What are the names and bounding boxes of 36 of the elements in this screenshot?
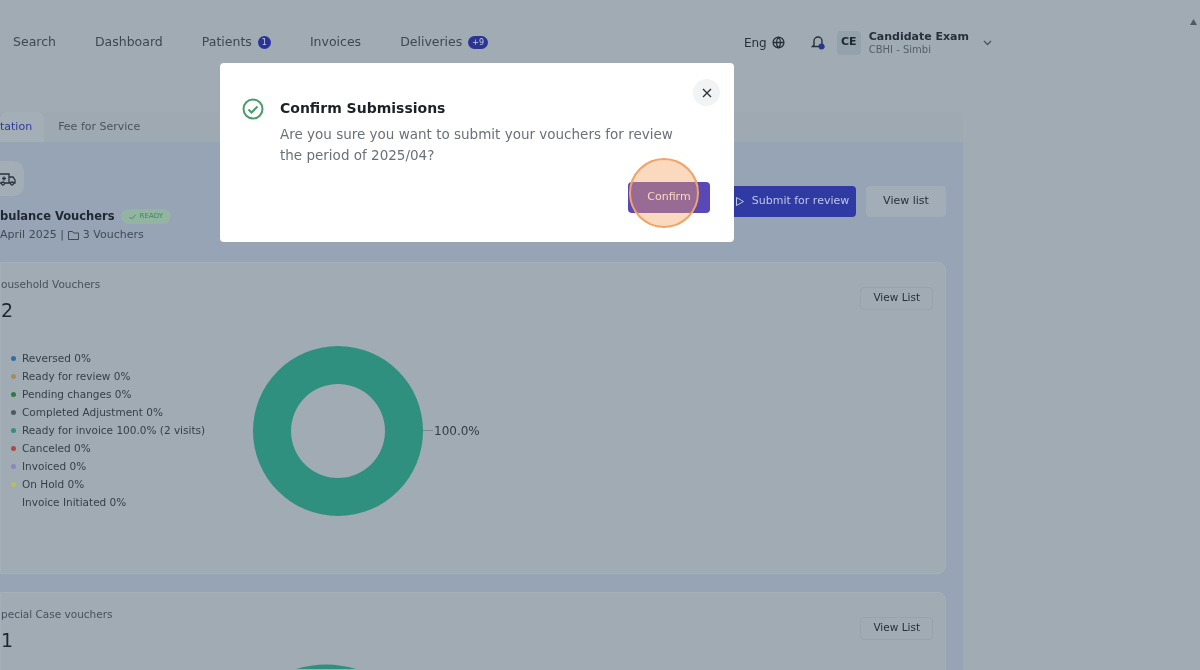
voucher-period: April 2025 | [0,227,64,244]
count-badge: +9 [468,36,489,49]
voucher-count: 3 Vouchers [82,227,144,244]
voucher-title: bulance Vouchers [0,208,115,225]
dialog-title: Confirm Submissions [280,99,447,118]
legend-label: On Hold 0% [22,476,85,492]
nav-link[interactable]: Invoices [309,33,362,52]
card-total: 2 [1,297,15,323]
legend-label: Completed Adjustment 0% [22,404,163,420]
language-selector[interactable]: Eng [743,33,785,52]
data-label: 100.0% [434,422,480,440]
card-total: 1 [1,627,15,653]
nav-link[interactable]: Patients 1 [201,33,271,52]
card-title: pecial Case vouchers [1,606,113,622]
confirm-button[interactable]: Confirm [628,182,710,213]
user-organization: CBHI - Simbi [868,42,932,56]
nav-link[interactable]: Dashboard [94,33,163,52]
view-list-button[interactable]: View List [860,616,933,640]
user-name: Candidate Exam [868,29,969,43]
view-list-button[interactable]: View list [866,186,946,217]
legend-label: Ready for invoice 100.0% (2 visits) [22,422,206,438]
view-list-button[interactable]: View List [860,286,933,310]
legend-label: Ready for review 0% [22,368,131,384]
nav-link[interactable]: Search [13,33,56,52]
nav-link[interactable]: Deliveries +9 [400,33,489,52]
user-avatar: CE [836,30,861,55]
tab[interactable]: Fee for Service [46,112,153,142]
legend-label: Pending changes 0% [22,386,132,402]
card-title: ousehold Vouchers [1,276,101,292]
legend-label: Canceled 0% [22,440,91,456]
dialog-message: Are you sure you want to submit your vouchers for review the period of 2025/04? [280,125,674,165]
tab[interactable]: tation [0,112,45,142]
count-badge: 1 [257,36,271,49]
legend-label: Reversed 0% [22,350,91,366]
legend-label: Invoiced 0% [22,458,87,474]
legend-label: Invoice Initiated 0% [22,494,127,510]
